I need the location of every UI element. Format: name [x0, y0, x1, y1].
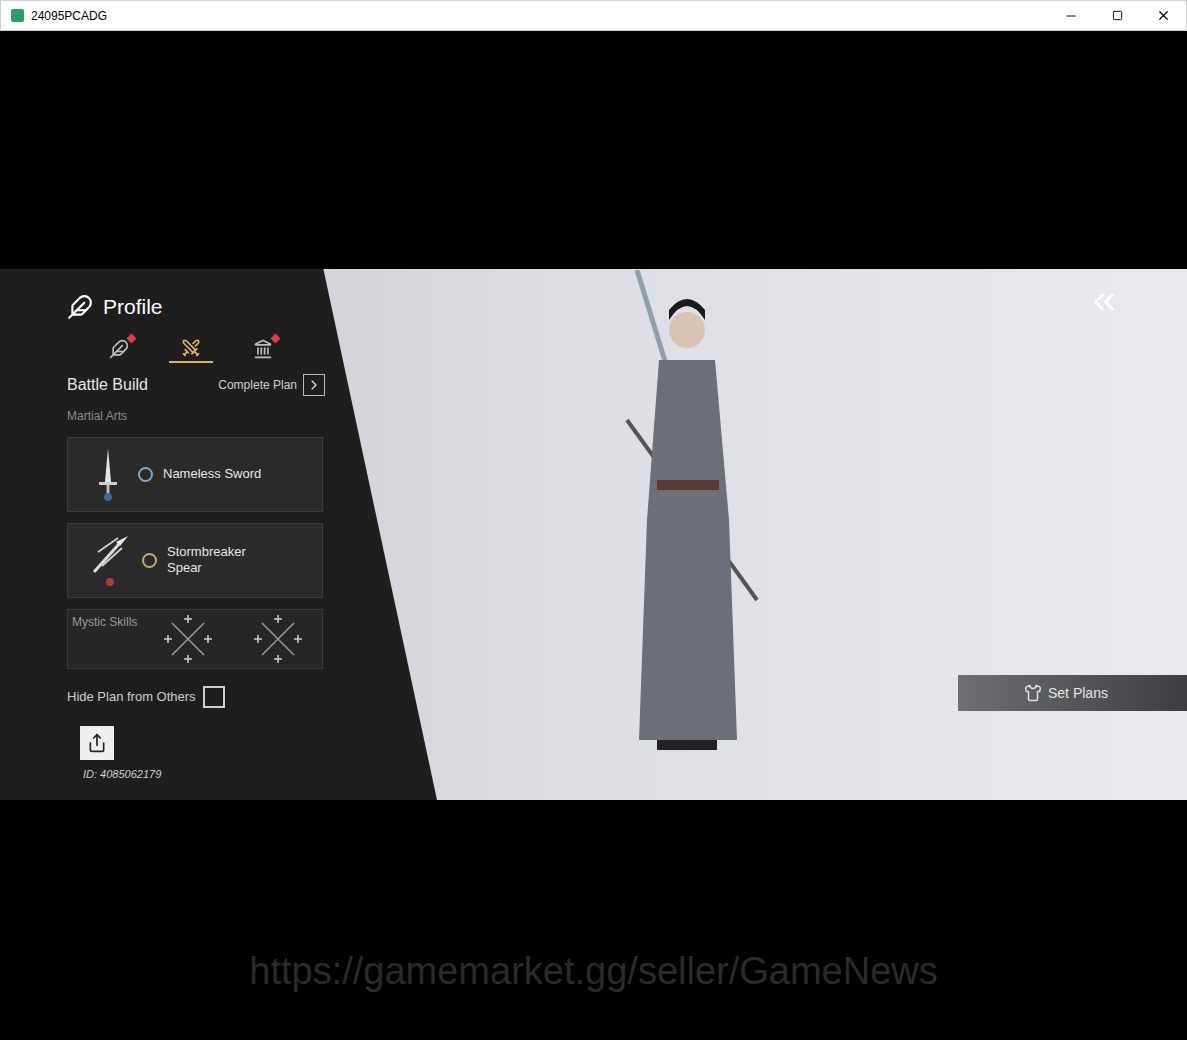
- maximize-icon: [1112, 10, 1123, 21]
- martial-art-name: Nameless Sword: [163, 466, 261, 482]
- profile-panel: Profile Battle Build Complete Plan Martial …: [0, 269, 437, 800]
- school-mark-icon: [142, 553, 157, 568]
- player-id: ID: 4085062179: [83, 766, 437, 783]
- minimize-button[interactable]: [1048, 1, 1094, 30]
- back-arrow-icon[interactable]: [1087, 285, 1121, 319]
- profile-tab[interactable]: [169, 335, 213, 363]
- profile-icon: [67, 294, 93, 320]
- outfit-icon: [1024, 684, 1042, 702]
- close-button[interactable]: [1140, 1, 1186, 30]
- profile-title: Profile: [103, 291, 163, 323]
- gate-icon: [253, 339, 273, 359]
- watermark: https://gamemarket.gg/seller/GameNews: [249, 943, 938, 1000]
- character-picture: [587, 270, 787, 770]
- share-icon: [87, 733, 107, 753]
- maximize-button[interactable]: [1094, 1, 1140, 30]
- complete-plan-button[interactable]: Complete Plan: [218, 374, 325, 396]
- mystic-skills[interactable]: Mystic Skills: [67, 609, 323, 669]
- battle-build-title: Battle Build: [67, 373, 148, 397]
- mystic-skills-label: Mystic Skills: [72, 613, 137, 631]
- school-mark-icon: [138, 467, 153, 482]
- skill-slot-icon: [162, 613, 214, 665]
- window-title: 24095PCADG: [31, 7, 107, 25]
- close-icon: [1156, 8, 1171, 23]
- set-plans-button[interactable]: Set Plans: [958, 675, 1187, 711]
- app-icon: [11, 9, 24, 22]
- spear-icon: [88, 532, 132, 588]
- alert-dot: [127, 333, 137, 343]
- martial-art-card[interactable]: Stormbreaker Spear: [67, 523, 323, 598]
- profile-tabs: [67, 335, 325, 363]
- martial-art-name: Stormbreaker Spear: [167, 544, 277, 576]
- hide-plan-row[interactable]: Hide Plan from Others: [67, 686, 437, 708]
- scene: Set Plans: [437, 269, 1187, 800]
- crossed-swords-icon: [181, 338, 201, 358]
- title-bar: 24095PCADG: [0, 0, 1187, 31]
- game-frame: Profile Battle Build Complete Plan Martial …: [0, 269, 1187, 800]
- minimize-icon: [1064, 9, 1078, 23]
- share-button[interactable]: [80, 726, 114, 760]
- emblem-icon: [109, 339, 129, 359]
- hide-plan-checkbox[interactable]: [203, 686, 225, 708]
- app-window: 24095PCADG Profile Battle Build Complete Pl…: [0, 0, 1187, 1040]
- martial-arts-label: Martial Arts: [67, 407, 437, 425]
- alert-dot: [271, 333, 281, 343]
- sword-icon: [88, 446, 128, 502]
- profile-tab[interactable]: [241, 335, 285, 363]
- chevron-right-icon: [306, 377, 322, 393]
- skill-slot-icon: [252, 613, 304, 665]
- profile-tab[interactable]: [97, 335, 141, 363]
- martial-art-card[interactable]: Nameless Sword: [67, 437, 323, 512]
